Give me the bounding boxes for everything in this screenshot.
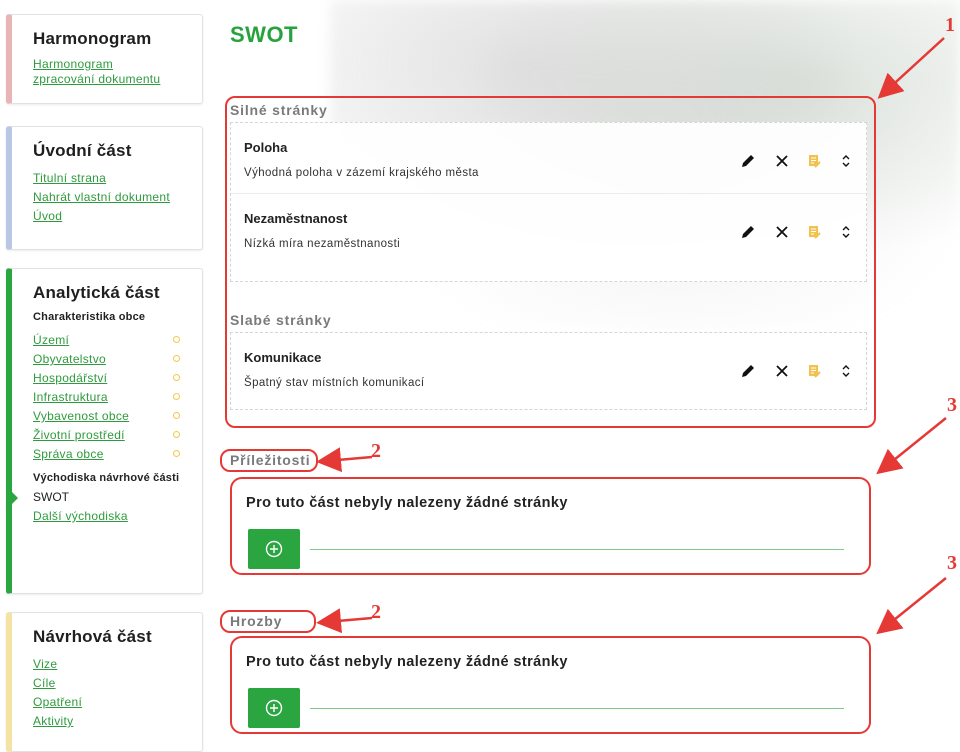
status-dot-icon (173, 412, 180, 419)
sidebar-link-titulni-strana[interactable]: Titulní strana (33, 169, 202, 188)
sidebar-item-swot-label: SWOT (33, 490, 69, 504)
status-dot-icon (173, 393, 180, 400)
sidebar-link-cile[interactable]: Cíle (33, 674, 202, 693)
sidebar-subheading-charakteristika: Charakteristika obce (33, 311, 146, 323)
annotation-number-3: 3 (947, 394, 957, 416)
sidebar-link-harmonogram[interactable]: Harmonogram zpracování dokumentu (33, 57, 173, 87)
sidebar-card-analyticka: Analytická část Charakteristika obce Úze… (6, 268, 203, 594)
sidebar-heading-harmonogram: Harmonogram (33, 29, 152, 48)
sidebar-card-uvodni: Úvodní část Titulní strana Nahrát vlastn… (6, 126, 203, 250)
annotation-box-2b (220, 610, 316, 633)
sidebar-link-dalsi-vychodiska[interactable]: Další východiska (33, 507, 202, 526)
sidebar-link-opatreni[interactable]: Opatření (33, 693, 202, 712)
sidebar-link-uvod[interactable]: Úvod (33, 207, 202, 226)
empty-message: Pro tuto část nebyly nalezeny žádné strá… (246, 495, 568, 511)
sidebar-subheading-vychodiska: Východiska návrhové části (33, 472, 180, 484)
hrozby-empty-box: Pro tuto část nebyly nalezeny žádné strá… (230, 636, 871, 734)
active-indicator-icon (12, 492, 18, 504)
annotation-number-3: 3 (947, 552, 957, 574)
status-dot-icon (173, 450, 180, 457)
sidebar-item-swot-active[interactable]: SWOT (12, 488, 202, 507)
sidebar-link-vize[interactable]: Vize (33, 655, 202, 674)
status-dot-icon (173, 374, 180, 381)
divider-line (310, 708, 844, 709)
status-dot-icon (173, 355, 180, 362)
annotation-number-2: 2 (371, 601, 381, 623)
sidebar-card-harmonogram: Harmonogram Harmonogram zpracování dokum… (6, 14, 203, 104)
page-title: SWOT (230, 22, 298, 47)
prilezitosti-empty-box: Pro tuto část nebyly nalezeny žádné strá… (230, 477, 871, 575)
annotation-number-1: 1 (945, 14, 955, 36)
empty-message: Pro tuto část nebyly nalezeny žádné strá… (246, 654, 568, 670)
sidebar-card-navrhova: Návrhová část Vize Cíle Opatření Aktivit… (6, 612, 203, 752)
divider-line (310, 549, 844, 550)
sidebar-heading-uvodni: Úvodní část (33, 141, 132, 160)
annotation-box-2a (220, 449, 318, 472)
sidebar-link-aktivity[interactable]: Aktivity (33, 712, 202, 731)
sidebar-heading-analyticka: Analytická část (33, 283, 160, 302)
annotation-box-1 (225, 96, 876, 428)
add-item-button[interactable] (248, 529, 300, 569)
plus-circle-icon (265, 699, 283, 717)
status-dot-icon (173, 336, 180, 343)
main-content: SWOT Silné stránky Poloha Výhodná poloha… (220, 0, 960, 738)
plus-circle-icon (265, 540, 283, 558)
sidebar-heading-navrhova: Návrhová část (33, 627, 152, 646)
sidebar-link-nahrat-dokument[interactable]: Nahrát vlastní dokument (33, 188, 202, 207)
add-item-button[interactable] (248, 688, 300, 728)
annotation-number-2: 2 (371, 440, 381, 462)
status-dot-icon (173, 431, 180, 438)
